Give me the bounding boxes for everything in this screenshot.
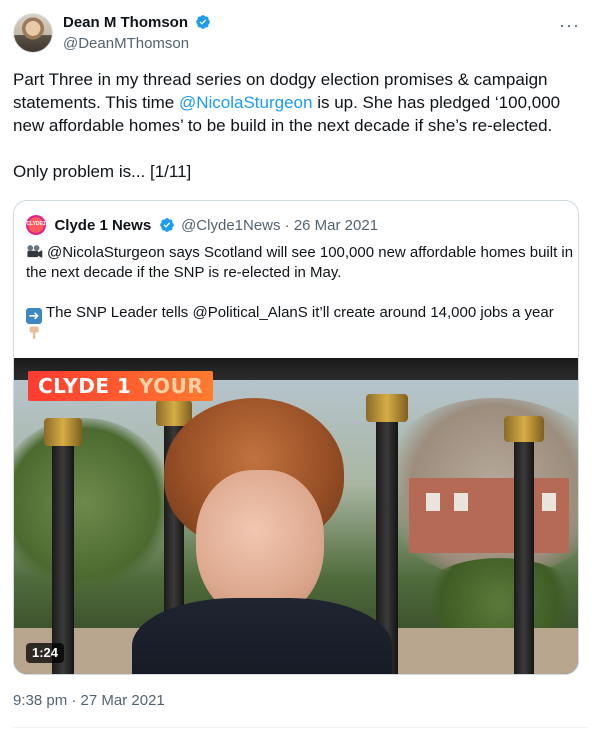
quoted-paragraph-2: ➜ The SNP Leader tells @Political_AlanS i… xyxy=(26,303,574,324)
speaker-figure xyxy=(124,398,394,674)
quoted-paragraph-3 xyxy=(26,324,574,344)
divider xyxy=(13,727,588,728)
quoted-handle-date[interactable]: @Clyde1News · 26 Mar 2021 xyxy=(181,217,378,234)
quoted-text-2: The SNP Leader tells @Political_AlanS it… xyxy=(46,304,554,321)
right-arrow-icon: ➜ xyxy=(26,308,42,324)
more-options-icon[interactable]: ··· xyxy=(559,15,580,36)
author-name-row[interactable]: Dean M Thomson xyxy=(63,14,211,32)
building-window xyxy=(454,493,468,511)
building-window xyxy=(426,493,440,511)
quoted-verified-badge-icon xyxy=(159,218,174,232)
author-name[interactable]: Dean M Thomson xyxy=(63,14,188,31)
logo-suffix: YOUR xyxy=(138,374,204,398)
quoted-text-1: @NicolaSturgeon says Scotland will see 1… xyxy=(26,244,574,281)
tweet-paragraph: Part Three in my thread series on dodgy … xyxy=(13,68,588,137)
clyde1-logo: CLYDE 1 YOUR xyxy=(28,371,214,401)
quoted-tweet[interactable]: CLYDE1 Clyde 1 News @Clyde1News · 26 Mar… xyxy=(13,200,579,675)
tweet-timestamp[interactable]: 9:38 pm · 27 Mar 2021 xyxy=(13,692,165,709)
video-player[interactable]: CLYDE 1 YOUR 1:24 xyxy=(14,358,578,674)
building-window xyxy=(542,493,556,511)
speaker-jacket xyxy=(132,598,392,674)
pointing-down-icon xyxy=(29,326,39,340)
background-building xyxy=(409,478,569,553)
quoted-tweet-body: @NicolaSturgeon says Scotland will see 1… xyxy=(26,243,574,344)
author-avatar[interactable] xyxy=(13,13,53,53)
video-duration: 1:24 xyxy=(26,643,65,663)
movie-camera-icon xyxy=(27,245,43,258)
pillar-capital xyxy=(44,418,82,446)
pillar-capital xyxy=(504,416,544,442)
tweet-paragraph-2: Only problem is... [1/11] xyxy=(13,162,192,181)
bandstand-pillar xyxy=(514,433,534,674)
verified-badge-icon xyxy=(196,15,211,29)
quoted-tweet-header: CLYDE1 Clyde 1 News @Clyde1News · 26 Mar… xyxy=(26,215,378,235)
logo-text: CLYDE 1 xyxy=(38,374,132,398)
quoted-author-name[interactable]: Clyde 1 News xyxy=(54,217,151,234)
author-handle[interactable]: @DeanMThomson xyxy=(63,35,189,52)
quoted-avatar[interactable]: CLYDE1 xyxy=(26,215,46,235)
tweet-header: Dean M Thomson @DeanMThomson ··· xyxy=(13,13,588,55)
quoted-paragraph-1: @NicolaSturgeon says Scotland will see 1… xyxy=(26,243,574,283)
tweet-body: Part Three in my thread series on dodgy … xyxy=(13,68,588,183)
mention-link[interactable]: @NicolaSturgeon xyxy=(179,93,313,112)
quoted-avatar-text: CLYDE1 xyxy=(26,221,46,227)
bandstand-pillar xyxy=(52,438,74,674)
